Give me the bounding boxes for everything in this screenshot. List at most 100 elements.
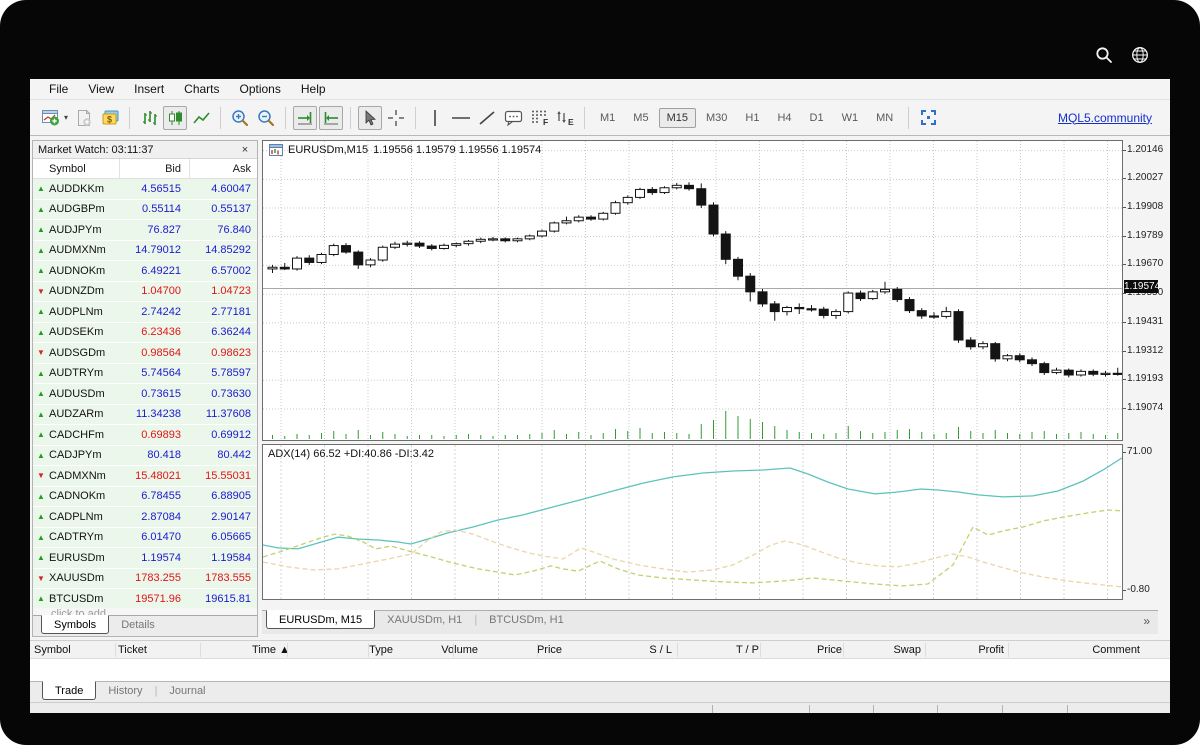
ask-cell: 0.73630 xyxy=(187,388,257,400)
column-symbol[interactable]: Symbol xyxy=(49,163,117,175)
market-watch-title: Market Watch: 03:11:37 xyxy=(38,144,154,156)
zoom-in-icon[interactable] xyxy=(228,106,252,130)
market-watch-add-row[interactable]: click to add xyxy=(33,608,257,615)
column-time[interactable]: Time ▲ xyxy=(190,641,290,659)
market-watch-row[interactable]: ▲CADCHFm0.698930.69912 xyxy=(33,425,257,446)
column-comment[interactable]: Comment xyxy=(1003,641,1140,659)
market-watch-row[interactable]: ▲AUDUSDm0.736150.73630 xyxy=(33,384,257,405)
column-price[interactable]: Price xyxy=(757,641,842,659)
column-swap[interactable]: Swap xyxy=(838,641,921,659)
market-watch-row[interactable]: ▼AUDSGDm0.985640.98623 xyxy=(33,343,257,364)
candlestick-chart-icon[interactable] xyxy=(163,106,187,130)
market-watch-row[interactable]: ▲AUDMXNm14.7901214.85292 xyxy=(33,241,257,262)
timeframe-m30[interactable]: M30 xyxy=(698,108,735,128)
chart-tabs-overflow-icon[interactable]: » xyxy=(1143,611,1150,628)
market-watch-row[interactable]: ▲CADPLNm2.870842.90147 xyxy=(33,507,257,528)
globe-icon[interactable] xyxy=(1130,45,1150,65)
column-ticket[interactable]: Ticket xyxy=(118,641,198,659)
market-watch-row[interactable]: ▼AUDNZDm1.047001.04723 xyxy=(33,282,257,303)
timeframe-m5[interactable]: M5 xyxy=(625,108,656,128)
timeframe-m1[interactable]: M1 xyxy=(592,108,623,128)
market-watch-row[interactable]: ▲AUDZARm11.3423811.37608 xyxy=(33,405,257,426)
text-label-icon[interactable] xyxy=(501,106,525,130)
menu-item-view[interactable]: View xyxy=(79,80,123,98)
trendline-icon[interactable] xyxy=(475,106,499,130)
market-watch-row[interactable]: ▼XAUUSDm1783.2551783.555 xyxy=(33,569,257,590)
search-icon[interactable] xyxy=(1094,45,1114,65)
crosshair-icon[interactable] xyxy=(384,106,408,130)
chart-region: EURUSDm,M15 1.19556 1.19579 1.19556 1.19… xyxy=(262,140,1158,637)
column-t-p[interactable]: T / P xyxy=(674,641,759,659)
fibonacci-icon[interactable]: F xyxy=(527,106,551,130)
fullscreen-icon[interactable] xyxy=(916,106,940,130)
adx-axis: 71.00 -0.80 xyxy=(1123,444,1158,600)
market-watch-row[interactable]: ▼CADMXNm15.4802115.55031 xyxy=(33,466,257,487)
price-axis-tick xyxy=(1123,379,1126,380)
mql5-community-link[interactable]: MQL5.community xyxy=(1058,111,1152,125)
chart-shift-icon[interactable] xyxy=(319,106,343,130)
menu-item-file[interactable]: File xyxy=(40,80,77,98)
column-bid[interactable]: Bid xyxy=(117,163,187,175)
chart-tab-btcusdm-h1[interactable]: BTCUSDm, H1 xyxy=(477,611,576,628)
new-chart-icon[interactable] xyxy=(39,106,63,130)
adx-indicator-panel: ADX(14) 66.52 +DI:40.86 -DI:3.42 71.00 -… xyxy=(262,444,1158,600)
timeframe-w1[interactable]: W1 xyxy=(834,108,867,128)
menu-item-charts[interactable]: Charts xyxy=(175,80,228,98)
price-axis-tick xyxy=(1123,351,1126,352)
column-ask[interactable]: Ask xyxy=(187,163,257,175)
market-watch-row[interactable]: ▲AUDGBPm0.551140.55137 xyxy=(33,200,257,221)
column-price[interactable]: Price xyxy=(454,641,562,659)
market-watch-row[interactable]: ▲EURUSDm1.195741.19584 xyxy=(33,548,257,569)
trade-table-body[interactable] xyxy=(30,659,1170,681)
market-watch-titlebar[interactable]: Market Watch: 03:11:37 × xyxy=(33,141,257,159)
market-watch-row[interactable]: ▲CADNOKm6.784556.88905 xyxy=(33,487,257,508)
market-watch-row[interactable]: ▲BTCUSDm19571.9619615.81 xyxy=(33,589,257,608)
market-watch-row[interactable]: ▲CADJPYm80.41880.442 xyxy=(33,446,257,467)
tab-details[interactable]: Details xyxy=(109,616,167,633)
up-arrow-icon: ▲ xyxy=(33,246,49,255)
timeframe-d1[interactable]: D1 xyxy=(802,108,832,128)
market-watch-row[interactable]: ▲AUDSEKm6.234366.36244 xyxy=(33,323,257,344)
timeframe-m15[interactable]: M15 xyxy=(659,108,696,128)
dollar-folder-icon[interactable]: $ xyxy=(98,106,122,130)
column-profit[interactable]: Profit xyxy=(921,641,1004,659)
auto-scroll-icon[interactable] xyxy=(293,106,317,130)
market-watch-row[interactable]: ▲AUDDKKm4.565154.60047 xyxy=(33,179,257,200)
tab-journal[interactable]: Journal xyxy=(157,682,217,699)
menu-item-help[interactable]: Help xyxy=(292,80,335,98)
timeframe-h1[interactable]: H1 xyxy=(737,108,767,128)
chart-header: EURUSDm,M15 1.19556 1.19579 1.19556 1.19… xyxy=(269,144,541,156)
adx-indicator-plot[interactable]: ADX(14) 66.52 +DI:40.86 -DI:3.42 xyxy=(262,444,1123,600)
tab-history[interactable]: History xyxy=(96,682,154,699)
chart-tab-xauusdm-h1[interactable]: XAUUSDm, H1 xyxy=(375,611,474,628)
price-chart-plot[interactable]: EURUSDm,M15 1.19556 1.19579 1.19556 1.19… xyxy=(262,140,1123,441)
zoom-out-icon[interactable] xyxy=(254,106,278,130)
timeframe-mn[interactable]: MN xyxy=(868,108,901,128)
market-watch-row[interactable]: ▲CADTRYm6.014706.05665 xyxy=(33,528,257,549)
cursor-icon[interactable] xyxy=(358,106,382,130)
chart-tab-eurusdm-m15[interactable]: EURUSDm, M15 xyxy=(266,610,375,629)
market-watch-header[interactable]: Symbol Bid Ask xyxy=(33,159,257,179)
line-chart-icon[interactable] xyxy=(189,106,213,130)
bars-chart-icon[interactable] xyxy=(137,106,161,130)
new-document-icon[interactable] xyxy=(72,106,96,130)
tab-symbols[interactable]: Symbols xyxy=(41,615,109,634)
symbol-cell: CADCHFm xyxy=(49,429,117,441)
menu-item-insert[interactable]: Insert xyxy=(125,80,173,98)
column-symbol[interactable]: Symbol xyxy=(34,641,114,659)
market-watch-row[interactable]: ▲AUDNOKm6.492216.57002 xyxy=(33,261,257,282)
market-watch-row[interactable]: ▲AUDJPYm76.82776.840 xyxy=(33,220,257,241)
market-watch-row[interactable]: ▲AUDPLNm2.742422.77181 xyxy=(33,302,257,323)
new-chart-dropdown-icon[interactable]: ▾ xyxy=(64,113,68,122)
market-watch-row[interactable]: ▲AUDTRYm5.745645.78597 xyxy=(33,364,257,385)
menu-item-options[interactable]: Options xyxy=(231,80,290,98)
market-watch-tabs: SymbolsDetails xyxy=(33,615,257,636)
close-icon[interactable]: × xyxy=(238,144,252,156)
vertical-line-icon[interactable] xyxy=(423,106,447,130)
elliott-wave-icon[interactable]: E xyxy=(553,106,577,130)
timeframe-h4[interactable]: H4 xyxy=(769,108,799,128)
horizontal-line-icon[interactable] xyxy=(449,106,473,130)
column-s-l[interactable]: S / L xyxy=(587,641,672,659)
tab-trade[interactable]: Trade xyxy=(42,681,96,700)
bid-cell: 19571.96 xyxy=(117,593,187,605)
